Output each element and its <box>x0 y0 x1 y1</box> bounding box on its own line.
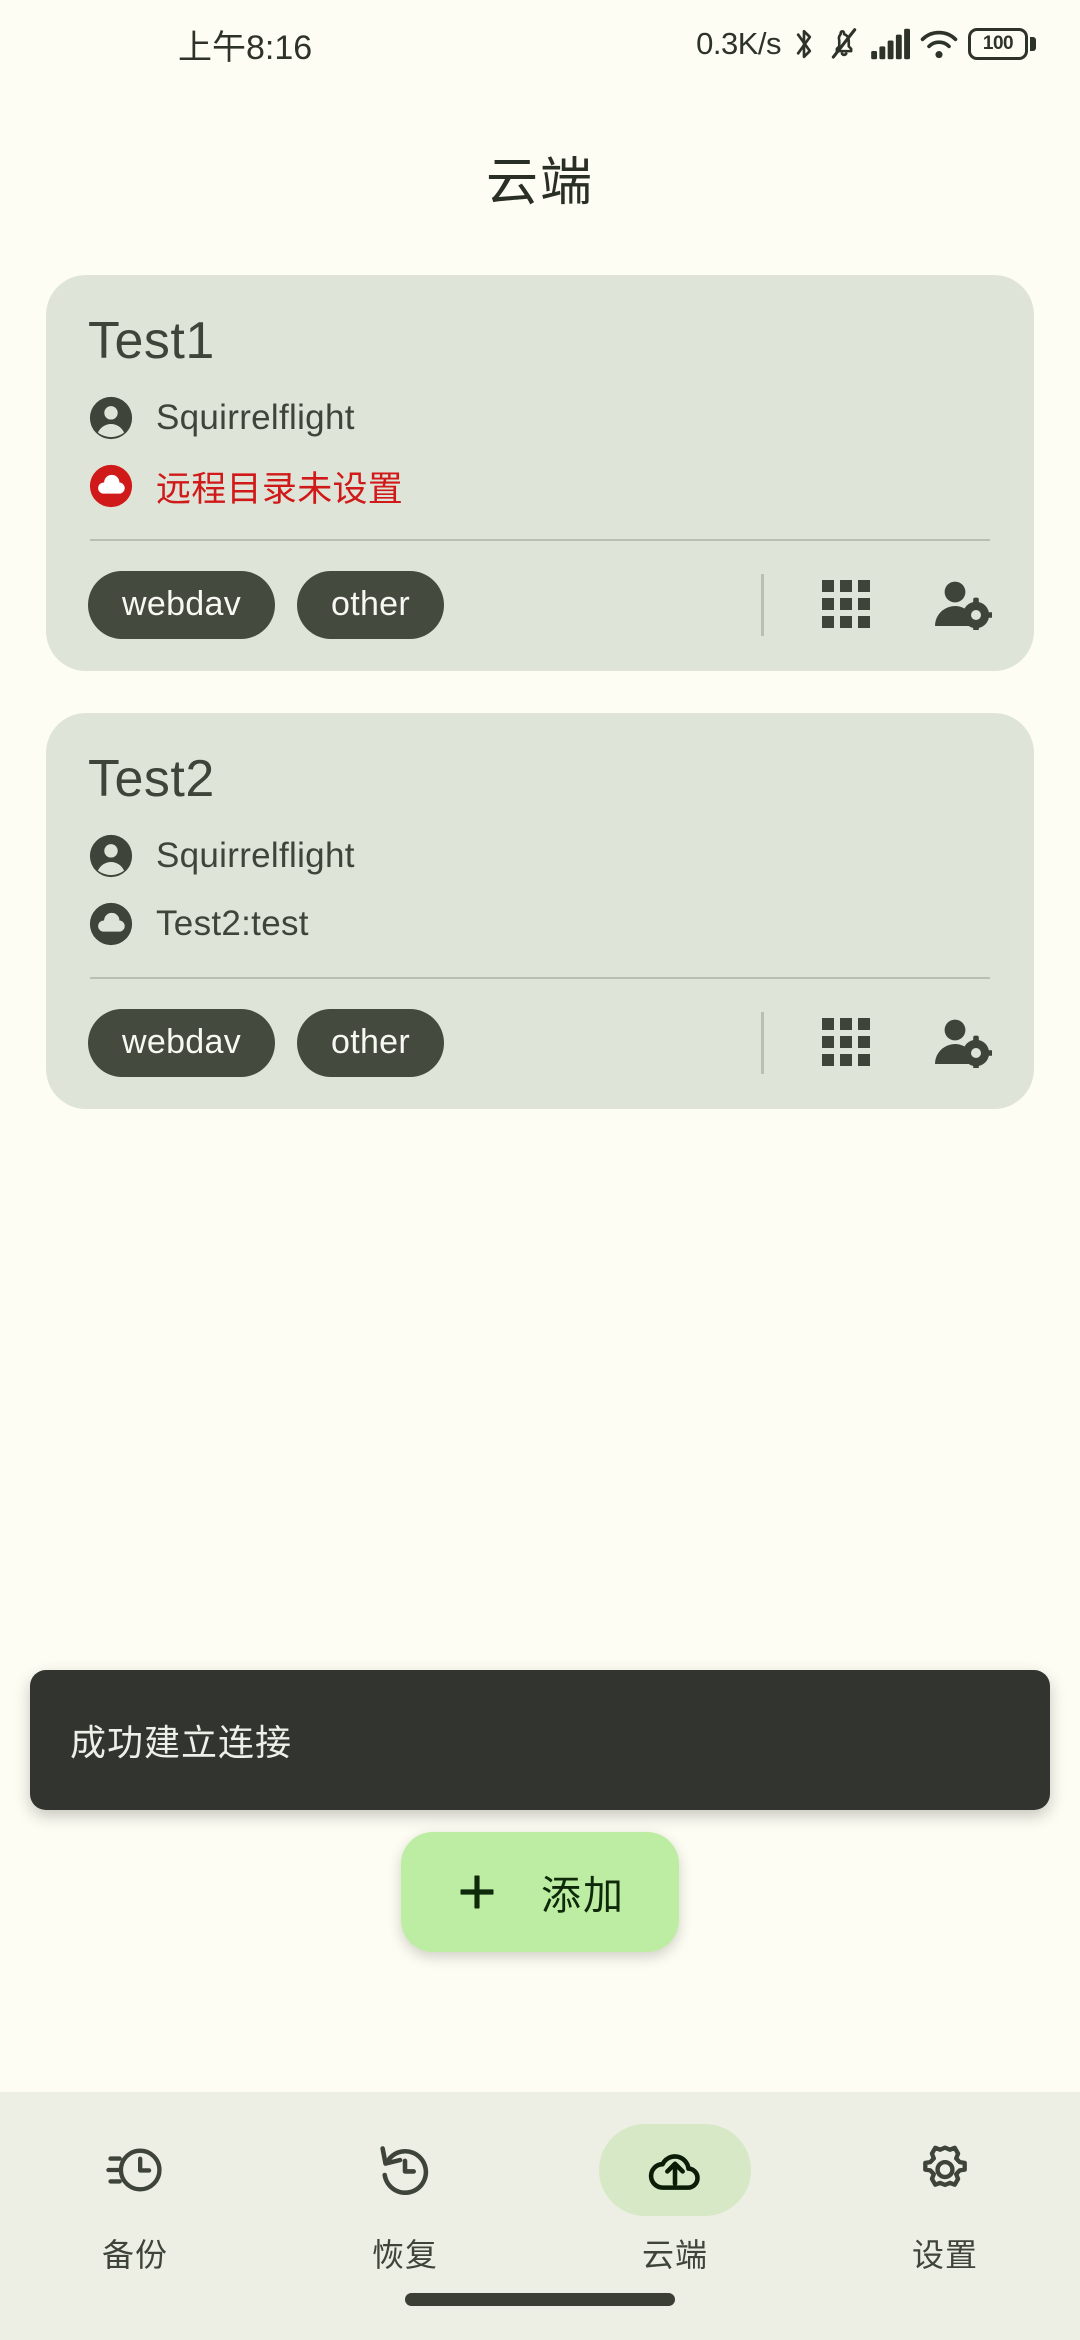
account-name: Test2 <box>88 750 215 808</box>
nav-label-cloud: 云端 <box>641 2237 708 2273</box>
nav-item-restore[interactable]: 恢复 <box>270 2124 540 2276</box>
account-user-name: Squirrelflight <box>156 836 355 875</box>
cloud-status-icon <box>89 902 133 946</box>
action-divider <box>761 574 764 636</box>
card-chips: webdav other <box>88 1009 444 1077</box>
nav-item-settings[interactable]: 设置 <box>810 2124 1080 2276</box>
battery-icon: 100 <box>968 28 1036 60</box>
battery-level-text: 100 <box>982 33 1014 54</box>
nav-label-restore: 恢复 <box>371 2237 438 2273</box>
nav-label-settings: 设置 <box>911 2237 978 2273</box>
account-remote-path: 远程目录未设置 <box>156 469 404 509</box>
chip-webdav[interactable]: webdav <box>88 571 275 639</box>
card-action-row: webdav other <box>88 541 994 639</box>
account-user-name: Squirrelflight <box>156 398 355 437</box>
status-bar-time: 上午8:16 <box>178 28 313 67</box>
person-icon <box>89 396 133 440</box>
gear-icon <box>923 2145 967 2188</box>
cloud-status-icon <box>89 464 133 508</box>
add-button-label: 添加 <box>541 1874 625 1918</box>
cloud-upload-icon <box>648 2154 700 2190</box>
restore-history-icon <box>380 2146 429 2195</box>
account-list: Test1 Squirrelflight 远程目录未设置 webdav othe… <box>0 215 1080 1109</box>
nav-item-cloud[interactable]: 云端 <box>540 2124 810 2276</box>
wifi-icon <box>920 30 958 59</box>
page-title: 云端 <box>485 154 594 212</box>
add-button[interactable]: 添加 <box>401 1832 679 1952</box>
grid-apps-icon[interactable] <box>820 578 872 633</box>
status-bar-indicators: 0.3K/s 100 <box>696 25 1036 63</box>
backup-schedule-icon <box>106 2148 162 2192</box>
plus-icon <box>460 1875 494 1909</box>
chip-other[interactable]: other <box>297 571 444 639</box>
network-speed-text: 0.3K/s <box>696 26 781 61</box>
account-remote-path: Test2:test <box>156 904 309 943</box>
card-chips: webdav other <box>88 571 444 639</box>
home-indicator[interactable] <box>405 2293 675 2306</box>
card-action-row: webdav other <box>88 979 994 1077</box>
account-user-row: Squirrelflight <box>88 827 992 885</box>
toast-snackbar: 成功建立连接 <box>30 1670 1050 1810</box>
account-remote-row: Test2:test <box>88 895 992 953</box>
account-name: Test1 <box>88 312 215 370</box>
toast-message: 成功建立连接 <box>70 1722 293 1763</box>
cellular-signal-icon <box>871 28 910 60</box>
account-card[interactable]: Test1 Squirrelflight 远程目录未设置 webdav othe… <box>46 275 1034 671</box>
chip-other[interactable]: other <box>297 1009 444 1077</box>
person-settings-icon[interactable] <box>932 1016 994 1071</box>
nav-item-backup[interactable]: 备份 <box>0 2124 270 2276</box>
action-divider <box>761 1012 764 1074</box>
account-user-row: Squirrelflight <box>88 389 992 447</box>
account-remote-row: 远程目录未设置 <box>88 457 992 515</box>
person-settings-icon[interactable] <box>932 578 994 633</box>
grid-apps-icon[interactable] <box>820 1016 872 1071</box>
nav-label-backup: 备份 <box>101 2237 168 2273</box>
status-bar: 上午8:16 0.3K/s 100 <box>0 0 1080 88</box>
notifications-muted-icon <box>831 28 857 59</box>
chip-webdav[interactable]: webdav <box>88 1009 275 1077</box>
person-icon <box>89 834 133 878</box>
bluetooth-icon <box>796 29 812 59</box>
account-card[interactable]: Test2 Squirrelflight Test2:test webdav o… <box>46 713 1034 1109</box>
